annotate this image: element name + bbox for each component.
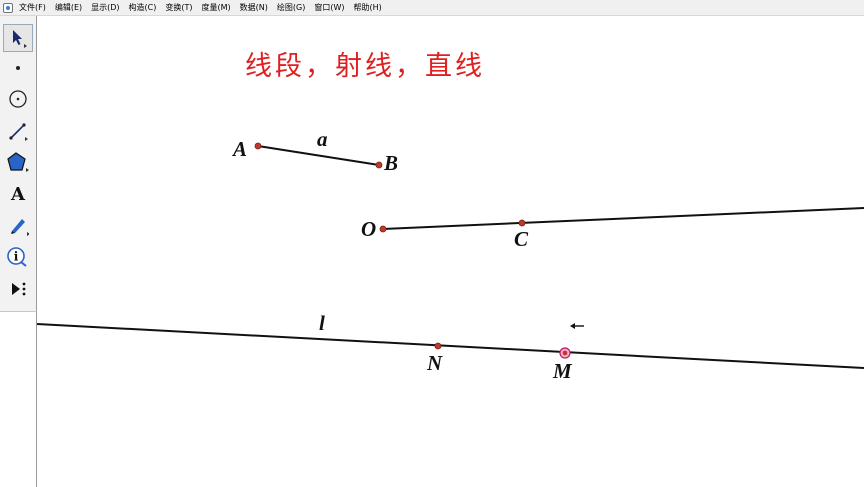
label-m[interactable]: M: [553, 359, 572, 384]
label-b[interactable]: B: [384, 151, 398, 176]
point-a[interactable]: [254, 142, 262, 150]
ray-oc[interactable]: [382, 207, 864, 230]
point-b[interactable]: [375, 161, 383, 169]
geometry-layer: [36, 142, 864, 369]
arrow-left-icon: [570, 323, 584, 329]
label-a[interactable]: A: [233, 137, 247, 162]
point-n[interactable]: [434, 342, 442, 350]
point-o[interactable]: [379, 225, 387, 233]
label-segment-a[interactable]: a: [317, 127, 328, 152]
label-line-l[interactable]: l: [319, 311, 325, 336]
label-n[interactable]: N: [427, 351, 442, 376]
line-l[interactable]: [36, 323, 864, 369]
point-c[interactable]: [518, 219, 526, 227]
point-m-selected[interactable]: [559, 347, 571, 359]
label-c[interactable]: C: [514, 227, 528, 252]
label-o[interactable]: O: [361, 217, 376, 242]
